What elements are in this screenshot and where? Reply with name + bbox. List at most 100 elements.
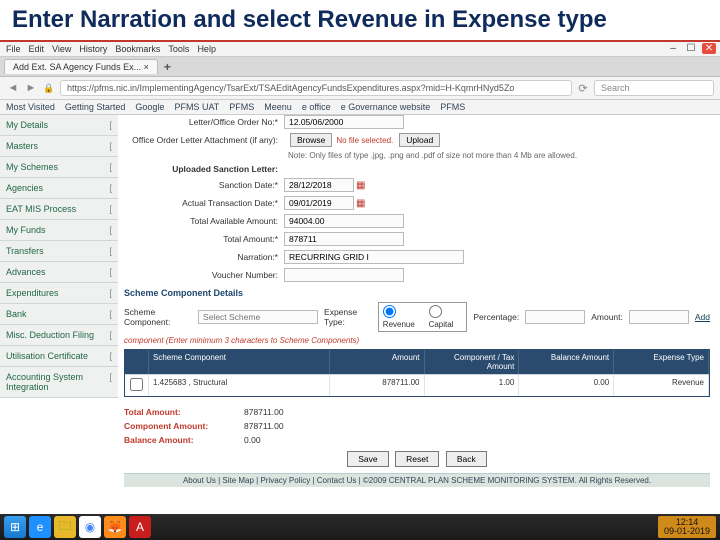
- bookmark-pfms[interactable]: PFMS: [229, 102, 254, 112]
- add-component-link[interactable]: Add: [695, 312, 710, 322]
- menu-help[interactable]: Help: [197, 44, 216, 54]
- component-amount-total-label: Component Amount:: [124, 421, 244, 431]
- window-close-button[interactable]: ✕: [702, 43, 716, 54]
- form-area: Letter/Office Order No:* Office Order Le…: [124, 115, 710, 487]
- narration-input[interactable]: [284, 250, 464, 264]
- url-input[interactable]: https://pfms.nic.in/ImplementingAgency/T…: [60, 80, 572, 96]
- sidebar-item-my-funds[interactable]: My Funds: [0, 220, 118, 241]
- sidebar-item-advances[interactable]: Advances: [0, 262, 118, 283]
- sidebar-item-eat-mis[interactable]: EAT MIS Process: [0, 199, 118, 220]
- voucher-label: Voucher Number:: [124, 270, 284, 280]
- bookmark-most-visited[interactable]: Most Visited: [6, 102, 55, 112]
- narration-label: Narration:*: [124, 252, 284, 262]
- reload-icon[interactable]: ⟳: [576, 81, 590, 95]
- back-icon[interactable]: ◄: [6, 81, 20, 95]
- menu-edit[interactable]: Edit: [29, 44, 45, 54]
- back-button[interactable]: Back: [446, 451, 487, 467]
- bookmark-meenu[interactable]: Meenu: [264, 102, 292, 112]
- sidebar-item-agencies[interactable]: Agencies: [0, 178, 118, 199]
- percentage-label: Percentage:: [473, 312, 519, 322]
- bookmark-pfms2[interactable]: PFMS: [440, 102, 465, 112]
- total-amount-input[interactable]: [284, 232, 404, 246]
- sidebar-item-accounting-integration[interactable]: Accounting System Integration: [0, 367, 118, 398]
- browser-chrome: File Edit View History Bookmarks Tools H…: [0, 42, 720, 510]
- components-grid: Scheme Component Amount Component / Tax …: [124, 349, 710, 397]
- taskbar-pdf-icon[interactable]: A: [129, 516, 151, 538]
- expense-type-capital[interactable]: Capital: [429, 305, 463, 329]
- page-content: My Details Masters My Schemes Agencies E…: [0, 115, 720, 510]
- sidebar-item-my-details[interactable]: My Details: [0, 115, 118, 136]
- grid-cell-amount: 878711.00: [330, 375, 425, 396]
- menu-bookmarks[interactable]: Bookmarks: [115, 44, 160, 54]
- window-minimize-button[interactable]: –: [666, 43, 680, 54]
- browser-tab-active[interactable]: Add Ext. SA Agency Funds Ex... ×: [4, 59, 158, 74]
- taskbar-explorer-icon[interactable]: 🗀: [54, 516, 76, 538]
- grid-cell-type: Revenue: [614, 375, 709, 396]
- grid-cell-scheme: 1.425683 , Structural: [149, 375, 330, 396]
- forward-icon[interactable]: ►: [24, 81, 38, 95]
- taskbar-ie-icon[interactable]: e: [29, 516, 51, 538]
- sidebar-item-expenditures[interactable]: Expenditures: [0, 283, 118, 304]
- sidebar-item-bank[interactable]: Bank: [0, 304, 118, 325]
- percentage-input[interactable]: [525, 310, 585, 324]
- reset-button[interactable]: Reset: [395, 451, 439, 467]
- start-button[interactable]: ⊞: [4, 516, 26, 538]
- letter-no-label: Letter/Office Order No:*: [124, 117, 284, 127]
- voucher-input[interactable]: [284, 268, 404, 282]
- new-tab-button[interactable]: +: [164, 60, 171, 74]
- grid-cell-balance: 0.00: [519, 375, 614, 396]
- balance-amount-total-label: Balance Amount:: [124, 435, 244, 445]
- grid-header-amount: Amount: [330, 350, 425, 374]
- letter-no-input[interactable]: [284, 115, 404, 129]
- taskbar-firefox-icon[interactable]: 🦊: [104, 516, 126, 538]
- grid-row[interactable]: 1.425683 , Structural 878711.00 1.00 0.0…: [125, 374, 709, 396]
- balance-amount-total-value: 0.00: [244, 435, 261, 445]
- window-maximize-button[interactable]: ☐: [684, 43, 698, 54]
- bookmark-google[interactable]: Google: [135, 102, 164, 112]
- bookmark-getting-started[interactable]: Getting Started: [65, 102, 126, 112]
- upload-button[interactable]: Upload: [399, 133, 440, 147]
- calendar-icon-2[interactable]: ▦: [356, 198, 365, 209]
- bookmark-eoffice[interactable]: e office: [302, 102, 331, 112]
- sanction-date-input[interactable]: [284, 178, 354, 192]
- lock-icon: 🔒: [42, 81, 56, 95]
- grid-header-balance: Balance Amount: [519, 350, 614, 374]
- menu-bar: File Edit View History Bookmarks Tools H…: [0, 42, 720, 57]
- save-button[interactable]: Save: [347, 451, 388, 467]
- component-amount-input[interactable]: [629, 310, 689, 324]
- total-amount-label: Total Amount:*: [124, 234, 284, 244]
- scheme-component-row: Scheme Component: Expense Type: Revenue …: [124, 302, 710, 332]
- total-available-input: [284, 214, 404, 228]
- grid-cell-tax: 1.00: [425, 375, 520, 396]
- total-amount-total-label: Total Amount:: [124, 407, 244, 417]
- component-amount-total-value: 878711.00: [244, 421, 284, 431]
- bookmark-egov[interactable]: e Governance website: [341, 102, 431, 112]
- bookmark-pfms-uat[interactable]: PFMS UAT: [174, 102, 219, 112]
- action-buttons: Save Reset Back: [124, 451, 710, 467]
- expense-type-revenue[interactable]: Revenue: [383, 305, 423, 329]
- sidebar-item-my-schemes[interactable]: My Schemes: [0, 157, 118, 178]
- sidebar-item-masters[interactable]: Masters: [0, 136, 118, 157]
- menu-tools[interactable]: Tools: [168, 44, 189, 54]
- taskbar-chrome-icon[interactable]: ◉: [79, 516, 101, 538]
- sidebar-item-transfers[interactable]: Transfers: [0, 241, 118, 262]
- menu-history[interactable]: History: [79, 44, 107, 54]
- url-bar: ◄ ► 🔒 https://pfms.nic.in/ImplementingAg…: [0, 77, 720, 100]
- sidebar-item-utilisation-cert[interactable]: Utilisation Certificate: [0, 346, 118, 367]
- scheme-component-input[interactable]: [198, 310, 318, 324]
- bookmarks-bar: Most Visited Getting Started Google PFMS…: [0, 100, 720, 115]
- txn-date-label: Actual Transaction Date:*: [124, 198, 284, 208]
- sidebar-item-misc-deduction[interactable]: Misc. Deduction Filing: [0, 325, 118, 346]
- grid-header-tax: Component / Tax Amount: [425, 350, 520, 374]
- attachment-label: Office Order Letter Attachment (if any):: [124, 135, 284, 145]
- expense-type-label: Expense Type:: [324, 307, 372, 327]
- calendar-icon[interactable]: ▦: [356, 180, 365, 191]
- txn-date-input[interactable]: [284, 196, 354, 210]
- search-input[interactable]: Search: [594, 80, 714, 96]
- no-file-selected: No file selected.: [336, 136, 393, 145]
- browse-button[interactable]: Browse: [290, 133, 332, 147]
- taskbar-clock[interactable]: 12:14 09-01-2019: [658, 516, 716, 539]
- grid-row-checkbox[interactable]: [130, 378, 143, 391]
- menu-file[interactable]: File: [6, 44, 21, 54]
- menu-view[interactable]: View: [52, 44, 71, 54]
